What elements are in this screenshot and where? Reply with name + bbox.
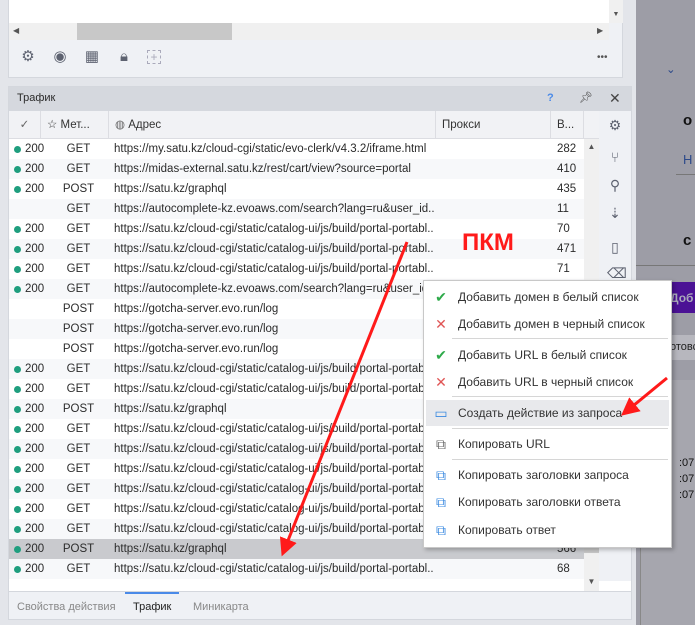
arrow-to-row: [279, 241, 409, 557]
annotation-arrows: ПКМ: [279, 229, 668, 557]
annotation-label: ПКМ: [462, 229, 514, 256]
arrow-to-menu-item: [621, 376, 668, 416]
